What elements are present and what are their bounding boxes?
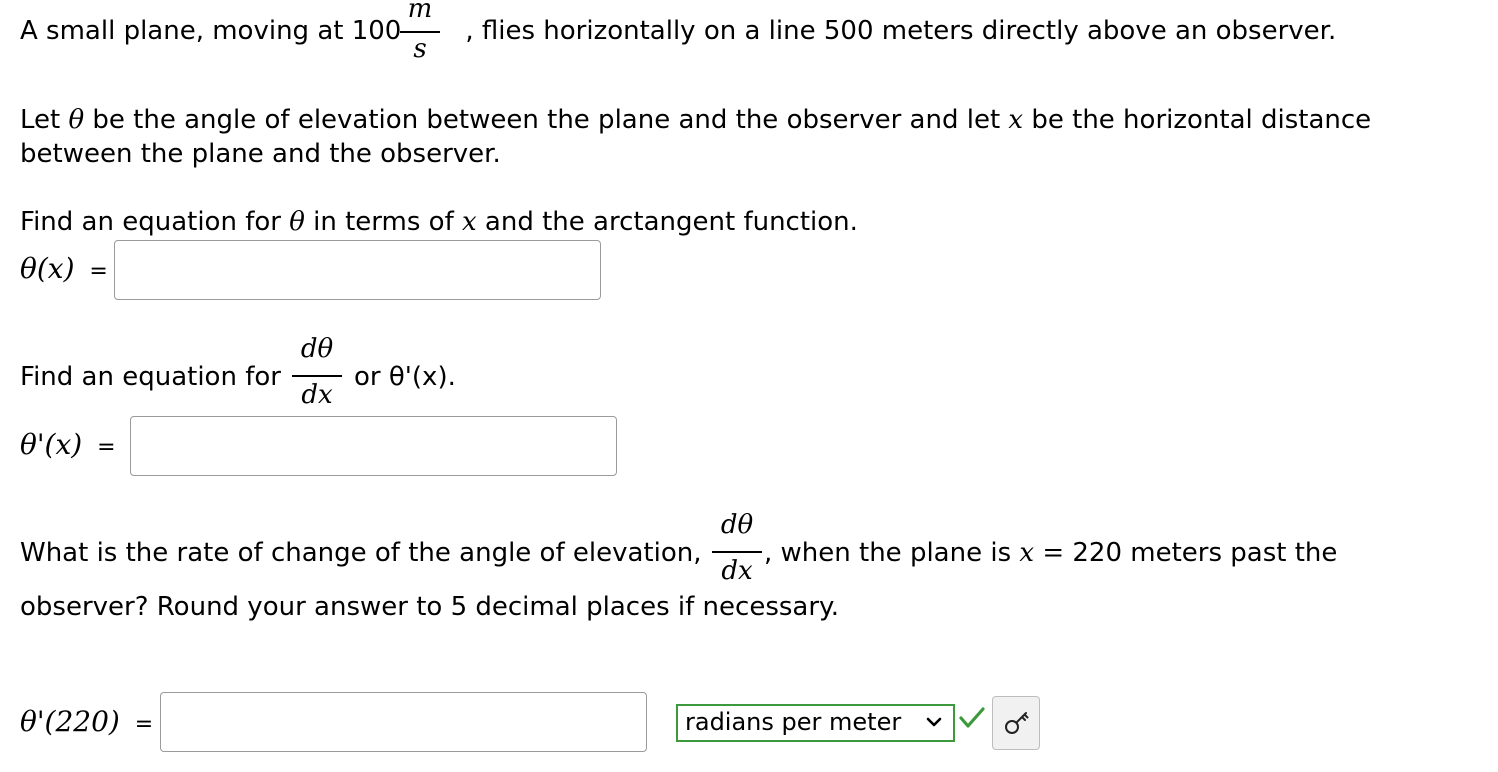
part2-answer-input[interactable]: [130, 416, 617, 476]
part1-instr-b: in terms of: [304, 207, 462, 237]
part3-line2: observer? Round your answer to 5 decimal…: [20, 592, 839, 622]
frac-denominator: dx: [721, 556, 753, 586]
part3-question-line1-tail: , when the plane is x = 220 meters past …: [764, 536, 1337, 570]
unit-denominator: s: [413, 34, 427, 64]
part2-instr-b: or θ'(x).: [354, 362, 456, 392]
def-text-b: be the angle of elevation between the pl…: [84, 105, 1009, 135]
key-icon: [1003, 709, 1031, 741]
equals-sign: =: [1034, 538, 1073, 568]
frac-denominator: dx: [301, 380, 333, 410]
x-symbol: x: [1008, 105, 1024, 135]
part2-instruction: Find an equation for: [20, 360, 281, 394]
problem-definition-line2: between the plane and the observer.: [20, 137, 501, 171]
def-text-a: Let: [20, 105, 69, 135]
unit-selected-value: radians per meter: [685, 708, 902, 736]
part2-label: θ'(x) =: [20, 428, 116, 465]
part3-text-b: when the plane is: [772, 538, 1020, 568]
part3-question-line1: What is the rate of change of the angle …: [20, 536, 701, 570]
theta-symbol: θ: [68, 105, 85, 135]
theta-symbol: θ: [289, 207, 305, 237]
part3-text-a: What is the rate of change of the angle …: [20, 538, 702, 568]
part3-dtheta-dx-fraction: dθ dx: [712, 506, 762, 596]
check-icon: [957, 705, 987, 735]
part1-label: θ(x) =: [20, 252, 108, 289]
statement-prefix: A small plane, moving at 100: [20, 16, 402, 46]
chevron-down-icon: [925, 710, 943, 742]
x-symbol: x: [462, 207, 477, 237]
problem-statement-line1: A small plane, moving at 100 , flies hori…: [20, 14, 1336, 48]
part2-instruction-tail: or θ'(x).: [354, 360, 456, 394]
theta-prime-220-label: θ'(220): [20, 705, 120, 738]
def-text-line2: between the plane and the observer.: [20, 139, 501, 169]
theta-prime-of-x-label: θ'(x): [20, 428, 83, 461]
part1-instr-c: and the arctangent function.: [476, 207, 858, 237]
equals-sign: =: [97, 435, 116, 460]
equals-sign: =: [89, 259, 108, 284]
def-text-c: be the horizontal distance: [1023, 105, 1372, 135]
theta-of-x-label: θ(x): [20, 252, 75, 285]
equals-sign: =: [134, 712, 154, 737]
part3-text-c: 220 meters past the: [1072, 538, 1338, 568]
frac-numerator: dθ: [720, 510, 754, 540]
part3-label: θ'(220) =: [20, 705, 153, 742]
unit-select[interactable]: radians per meter: [676, 704, 955, 742]
x-symbol: x: [1019, 538, 1035, 568]
part3-answer-input[interactable]: [160, 692, 647, 752]
statement-suffix: , flies horizontally on a line 500 meter…: [465, 16, 1337, 46]
part3-question-line2: observer? Round your answer to 5 decimal…: [20, 590, 839, 624]
part1-instr-a: Find an equation for: [20, 207, 290, 237]
part1-answer-input[interactable]: [114, 240, 601, 300]
frac-numerator: dθ: [300, 334, 334, 364]
key-button[interactable]: [992, 696, 1040, 750]
dtheta-dx-fraction: dθ dx: [292, 330, 342, 420]
unit-numerator: m: [407, 0, 433, 24]
problem-definition-line1: Let θ be the angle of elevation between …: [20, 103, 1371, 137]
speed-unit-fraction: m s: [400, 0, 440, 70]
part2-instr-a: Find an equation for: [20, 362, 281, 392]
part1-instruction: Find an equation for θ in terms of x and…: [20, 205, 858, 239]
